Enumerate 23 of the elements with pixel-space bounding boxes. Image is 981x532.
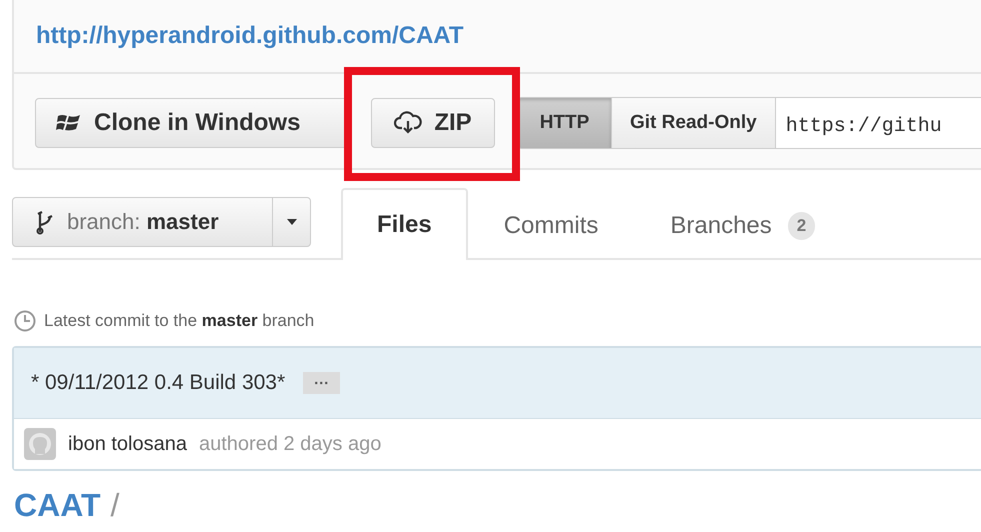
- count-badge: 2: [788, 212, 816, 240]
- cloud-download-icon: [394, 111, 422, 135]
- author-link[interactable]: ibon tolosana: [68, 432, 187, 456]
- commit-message: * 09/11/2012 0.4 Build 303*: [31, 371, 286, 395]
- zip-download-button[interactable]: ZIP: [371, 98, 495, 148]
- clone-url-field[interactable]: https://githu: [776, 98, 981, 148]
- expand-button[interactable]: ···: [303, 372, 340, 394]
- tab[interactable]: Files: [341, 188, 468, 260]
- branch-selector[interactable]: branch: master: [12, 197, 311, 247]
- commit-time: authored 2 days ago: [198, 432, 382, 456]
- clock-icon: [14, 310, 36, 332]
- tab[interactable]: Commits: [468, 190, 634, 260]
- caret-icon: [286, 219, 296, 225]
- branch-icon: [35, 209, 55, 235]
- protocol-tab[interactable]: HTTP: [518, 98, 612, 148]
- branch-label: branch: master: [67, 209, 219, 235]
- tab[interactable]: Branches 2: [634, 190, 852, 260]
- latest-commit-text: Latest commit to the master branch: [44, 311, 314, 331]
- repository-name-link[interactable]: CAAT: [14, 489, 100, 521]
- repository-link[interactable]: http://hyperandroid.github.com/CAAT: [36, 22, 464, 50]
- avatar-icon: [24, 428, 56, 460]
- protocol-tab[interactable]: Git Read-Only: [612, 98, 776, 148]
- path-separator: /: [110, 489, 120, 521]
